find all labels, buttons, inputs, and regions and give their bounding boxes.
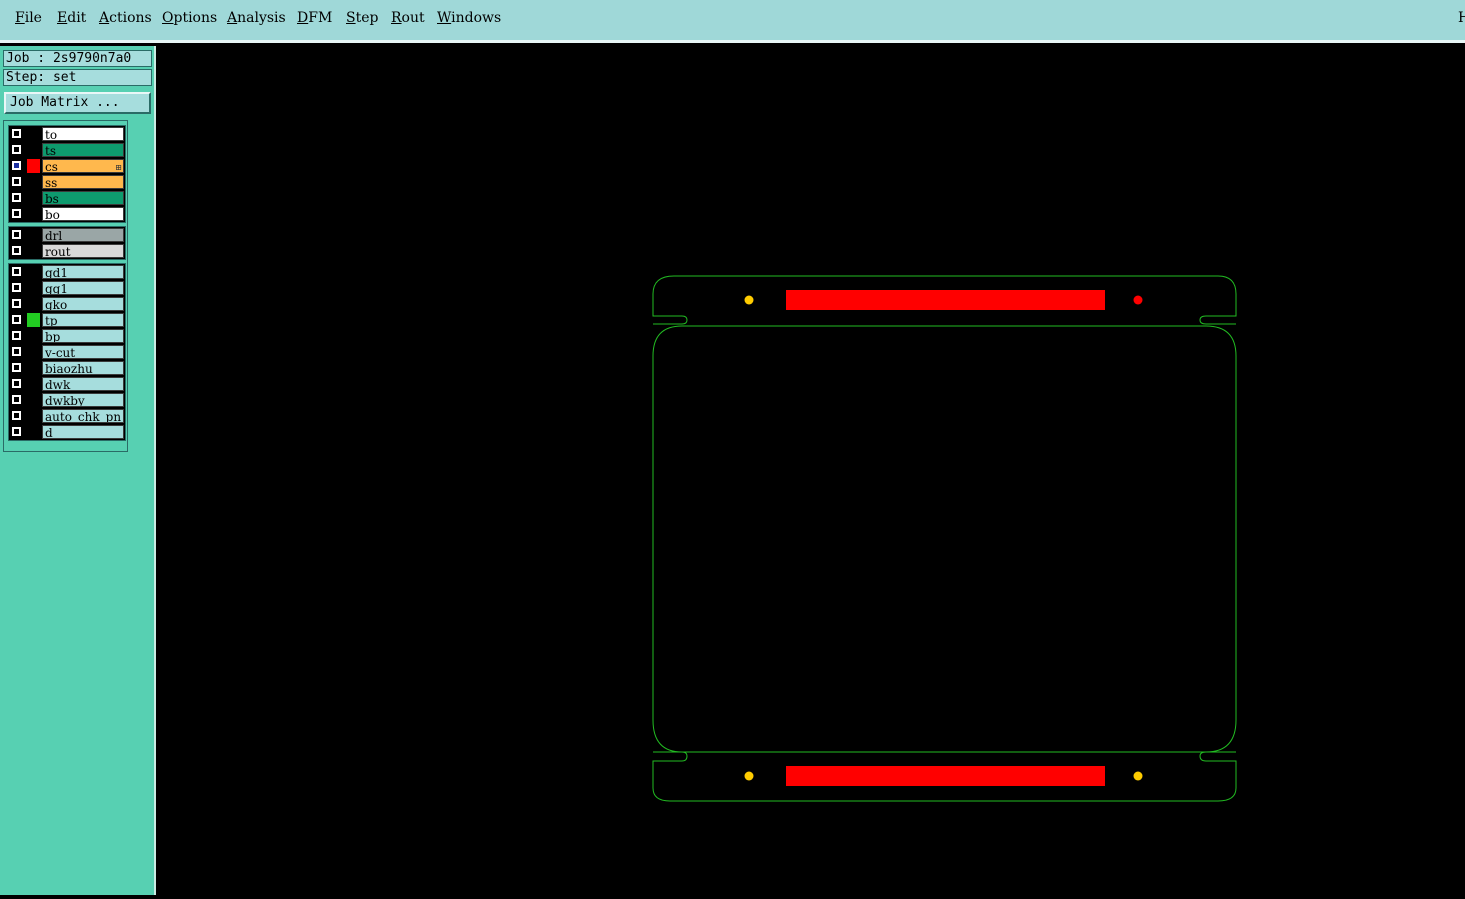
job-label: Job : 2s9790n7a0	[3, 50, 152, 67]
menu-step[interactable]: Step	[346, 10, 378, 26]
work-layer-icon: ⊞	[115, 163, 122, 172]
layer-name[interactable]: auto_chk_pn	[42, 409, 124, 423]
layer-color-swatch[interactable]	[27, 313, 40, 327]
pcb-panel-drawing	[652, 275, 1237, 802]
layer-checkbox[interactable]	[12, 209, 21, 218]
layer-name[interactable]: drl	[42, 228, 124, 242]
board-outline	[652, 325, 1237, 753]
layer-row-bp[interactable]: bp	[9, 328, 125, 344]
layer-name[interactable]: dwk	[42, 377, 124, 391]
layer-name[interactable]: bs	[42, 191, 124, 205]
layer-row-bo[interactable]: bo	[9, 206, 125, 222]
layer-checkbox[interactable]	[12, 161, 21, 170]
layer-checkbox[interactable]	[12, 246, 21, 255]
layer-checkbox[interactable]	[12, 299, 21, 308]
layer-name[interactable]: biaozhu	[42, 361, 124, 375]
layer-row-gg1[interactable]: gg1	[9, 280, 125, 296]
layer-checkbox[interactable]	[12, 177, 21, 186]
layer-checkbox[interactable]	[12, 283, 21, 292]
layer-list: to ts cs ⊞ ss bs bo drl rout gd1 gg1 gko tp bp v-cut…	[3, 120, 128, 452]
layer-row-biaozhu[interactable]: biaozhu	[9, 360, 125, 376]
menu-file[interactable]: File	[15, 10, 42, 26]
layer-name[interactable]: ts	[42, 143, 124, 157]
layer-color-swatch[interactable]	[27, 159, 40, 173]
layer-checkbox[interactable]	[12, 427, 21, 436]
fiducial-bottom-right	[1133, 771, 1143, 781]
layer-name[interactable]: tp	[42, 313, 124, 327]
layer-row-v-cut[interactable]: v-cut	[9, 344, 125, 360]
layer-checkbox[interactable]	[12, 395, 21, 404]
layer-row-bs[interactable]: bs	[9, 190, 125, 206]
layer-name[interactable]: d	[42, 425, 124, 439]
fiducial-bottom-left	[744, 771, 754, 781]
layer-name[interactable]: v-cut	[42, 345, 124, 359]
job-matrix-button[interactable]: Job Matrix ...	[4, 92, 151, 114]
step-label: Step: set	[3, 69, 152, 86]
layer-row-cs[interactable]: cs ⊞	[9, 158, 125, 174]
layer-checkbox[interactable]	[12, 331, 21, 340]
bottom-rail-pad	[786, 766, 1105, 786]
menu-actions[interactable]: Actions	[99, 10, 152, 26]
layer-checkbox[interactable]	[12, 347, 21, 356]
top-rail-pad	[786, 290, 1105, 310]
layer-row-d[interactable]: d	[9, 424, 125, 440]
layer-group-drill: drl rout	[8, 226, 126, 260]
layer-name[interactable]: to	[42, 127, 124, 141]
layer-row-dwk[interactable]: dwk	[9, 376, 125, 392]
layer-checkbox[interactable]	[12, 363, 21, 372]
top-rail-outline-left	[652, 275, 688, 325]
layer-name[interactable]: gko	[42, 297, 124, 311]
fiducial-top-right	[1133, 295, 1143, 305]
layer-checkbox[interactable]	[12, 145, 21, 154]
menu-analysis[interactable]: Analysis	[227, 10, 286, 26]
graphics-canvas[interactable]	[156, 46, 1465, 895]
layer-row-gko[interactable]: gko	[9, 296, 125, 312]
layer-name[interactable]: dwkby	[42, 393, 124, 407]
layer-row-gd1[interactable]: gd1	[9, 264, 125, 280]
menu-edit[interactable]: Edit	[57, 10, 86, 26]
menu-options[interactable]: Options	[162, 10, 217, 26]
layer-row-dwkby[interactable]: dwkby	[9, 392, 125, 408]
menu-rout[interactable]: Rout	[391, 10, 425, 26]
layer-row-ts[interactable]: ts	[9, 142, 125, 158]
layer-name[interactable]: bp	[42, 329, 124, 343]
layer-row-rout[interactable]: rout	[9, 243, 125, 259]
layer-checkbox[interactable]	[12, 411, 21, 420]
menu-bar: File Edit Actions Options Analysis DFM S…	[0, 0, 1465, 43]
menu-windows[interactable]: Windows	[437, 10, 501, 26]
layer-name[interactable]: gd1	[42, 265, 124, 279]
layer-panel: Job : 2s9790n7a0 Step: set Job Matrix ..…	[0, 46, 156, 895]
layer-checkbox[interactable]	[12, 193, 21, 202]
layer-row-ss[interactable]: ss	[9, 174, 125, 190]
layer-checkbox[interactable]	[12, 315, 21, 324]
menu-dfm[interactable]: DFM	[297, 10, 332, 26]
fiducial-top-left	[744, 295, 754, 305]
layer-row-to[interactable]: to	[9, 126, 125, 142]
layer-name[interactable]: ss	[42, 175, 124, 189]
layer-checkbox[interactable]	[12, 379, 21, 388]
layer-name[interactable]: cs ⊞	[42, 159, 124, 173]
layer-group-board: to ts cs ⊞ ss bs bo	[8, 125, 126, 223]
layer-row-auto_chk_pn[interactable]: auto_chk_pn	[9, 408, 125, 424]
layer-row-tp[interactable]: tp	[9, 312, 125, 328]
layer-checkbox[interactable]	[12, 129, 21, 138]
layer-name[interactable]: rout	[42, 244, 124, 258]
layer-row-drl[interactable]: drl	[9, 227, 125, 243]
layer-checkbox[interactable]	[12, 267, 21, 276]
layer-name[interactable]: bo	[42, 207, 124, 221]
layer-name[interactable]: gg1	[42, 281, 124, 295]
menu-help[interactable]: H	[1458, 10, 1465, 26]
layer-group-misc: gd1 gg1 gko tp bp v-cut biaozhu dwk dwkby auto_ch…	[8, 263, 126, 441]
layer-checkbox[interactable]	[12, 230, 21, 239]
